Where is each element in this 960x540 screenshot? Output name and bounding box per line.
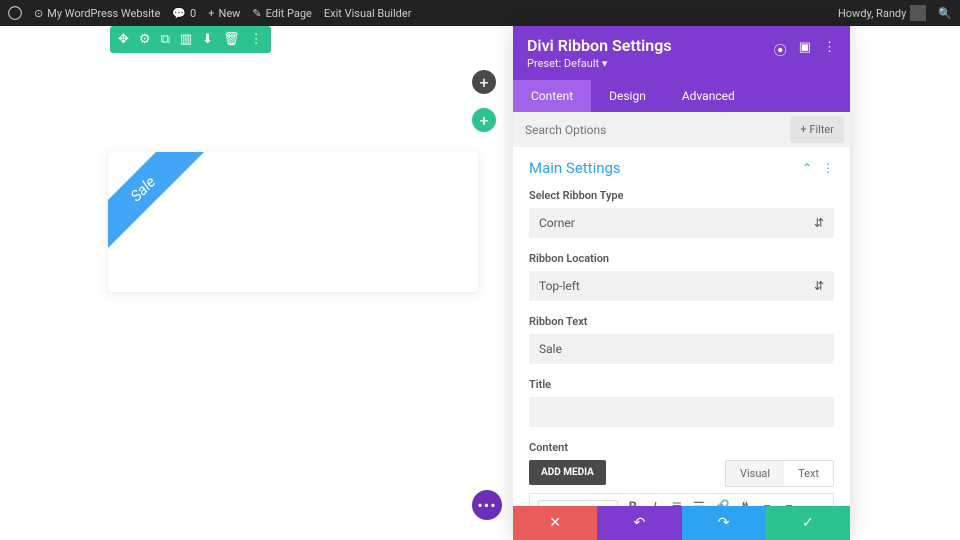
ribbon-text-input[interactable] (529, 334, 834, 364)
menu-icon[interactable]: ⋮ (823, 40, 836, 59)
undo-button[interactable]: ↶ (597, 506, 681, 540)
content-label: Content (529, 441, 834, 454)
wysiwyg-editor: Paragraph ▾ B I ≣ ☰ 🔗 ❝ ≡ ≡ ≡ S U A 📋 ⌧ (529, 493, 834, 506)
add-section-button[interactable]: + (472, 70, 496, 94)
preset-selector[interactable]: Preset: Default ▾ (527, 57, 672, 70)
move-icon[interactable]: ✥ (118, 32, 129, 47)
panel-tabs: Content Design Advanced (513, 80, 850, 112)
filter-button[interactable]: + Filter (790, 116, 844, 143)
add-row-button[interactable]: + (472, 108, 496, 132)
tab-design[interactable]: Design (591, 80, 664, 112)
corner-ribbon: Sale (108, 152, 205, 251)
add-media-button[interactable]: ADD MEDIA (529, 460, 606, 485)
section-main-settings[interactable]: Main Settings ⌃⋮ (529, 159, 834, 177)
panel-header: Divi Ribbon Settings Preset: Default ▾ ⦿… (513, 26, 850, 80)
tab-advanced[interactable]: Advanced (664, 80, 753, 112)
new[interactable]: + New (208, 7, 240, 20)
columns-icon[interactable]: ▥ (180, 32, 192, 47)
ribbon-type-label: Select Ribbon Type (529, 189, 834, 202)
panel-title: Divi Ribbon Settings (527, 36, 672, 55)
search-row: + Filter (513, 112, 850, 147)
edit-page[interactable]: ✎ Edit Page (252, 7, 311, 20)
avatar (910, 5, 926, 21)
ribbon-type-select[interactable]: Corner⇵ (529, 208, 834, 238)
delete-icon[interactable]: 🗑 (223, 32, 240, 47)
page-settings-fab[interactable]: ••• (472, 490, 502, 520)
title-label: Title (529, 378, 834, 391)
editor-text-tab[interactable]: Text (784, 461, 833, 486)
howdy[interactable]: Howdy, Randy (838, 5, 926, 21)
redo-button[interactable]: ↷ (682, 506, 766, 540)
section-more-icon[interactable]: ⋮ (822, 161, 834, 175)
collapse-icon[interactable]: ⌃ (802, 161, 812, 175)
settings-panel: Divi Ribbon Settings Preset: Default ▾ ⦿… (513, 26, 850, 540)
search-input[interactable] (513, 114, 784, 146)
cancel-button[interactable]: ✕ (513, 506, 597, 540)
site-name[interactable]: ⊙ My WordPress Website (34, 7, 160, 20)
tab-content[interactable]: Content (513, 80, 591, 112)
save-button[interactable]: ✓ (766, 506, 850, 540)
title-input[interactable] (529, 397, 834, 427)
wp-admin-bar: ⊙ My WordPress Website 💬 0 + New ✎ Edit … (0, 0, 960, 26)
duplicate-icon[interactable]: ⧉ (161, 32, 170, 47)
module-toolbar: ✥ ⚙ ⧉ ▥ ⬇ 🗑 ⋮ (110, 26, 271, 53)
panel-footer: ✕ ↶ ↷ ✓ (513, 506, 850, 540)
exit-visual-builder[interactable]: Exit Visual Builder (324, 7, 412, 20)
ribbon-location-select[interactable]: Top-left⇵ (529, 271, 834, 301)
save-icon[interactable]: ⬇ (202, 32, 213, 47)
ribbon-location-label: Ribbon Location (529, 252, 834, 265)
preview-card: Sale (108, 152, 478, 292)
settings-icon[interactable]: ⚙ (139, 32, 151, 47)
editor-visual-tab[interactable]: Visual (726, 461, 784, 486)
more-icon[interactable]: ⋮ (250, 32, 263, 47)
search-icon[interactable]: 🔍 (938, 7, 952, 20)
help-icon[interactable]: ⦿ (774, 40, 787, 59)
ribbon-text-label: Ribbon Text (529, 315, 834, 328)
comments[interactable]: 💬 0 (172, 7, 196, 20)
wp-logo[interactable] (8, 6, 22, 20)
expand-icon[interactable]: ▣ (799, 40, 811, 59)
